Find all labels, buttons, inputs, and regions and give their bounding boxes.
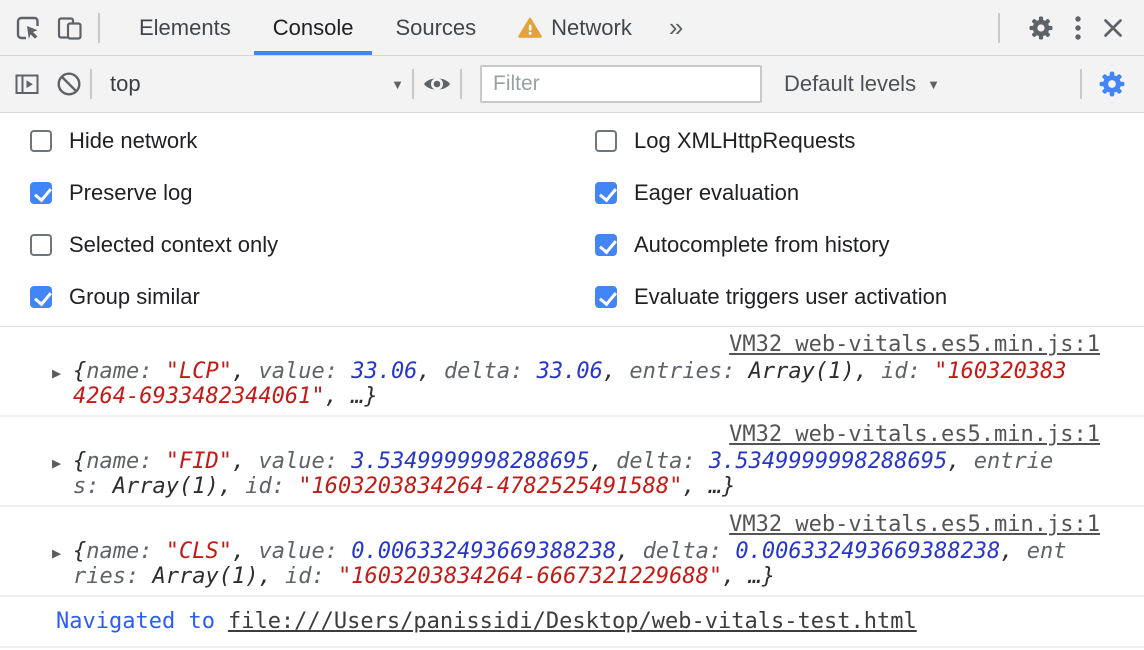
console-toolbar: top ▼ Default levels ▼ [0, 56, 1144, 113]
checkbox-box[interactable] [30, 286, 52, 308]
chevron-down-icon: ▼ [927, 77, 940, 92]
divider [460, 69, 462, 99]
panel-tabs: Elements Console Sources Network » [118, 0, 699, 55]
console-message-fid: VM32 web-vitals.es5.min.js:1 ▶ {name: "F… [0, 417, 1144, 507]
navigation-prefix: Navigated to [56, 607, 215, 636]
console-toolbar-right [1072, 69, 1126, 99]
console-settings-pane: Hide network Log XMLHttpRequests Preserv… [0, 113, 1144, 327]
chevron-down-icon: ▼ [391, 77, 404, 92]
divider [1080, 69, 1082, 99]
checkbox-log-xmlhttprequests[interactable]: Log XMLHttpRequests [595, 126, 1144, 156]
checkbox-group-similar[interactable]: Group similar [30, 282, 595, 312]
device-toolbar-icon[interactable] [56, 14, 84, 42]
divider [98, 13, 100, 43]
close-icon[interactable] [1102, 17, 1124, 39]
devtools-tab-bar: Elements Console Sources Network » [0, 0, 1144, 56]
checkbox-label: Hide network [69, 128, 197, 154]
tab-bar-actions [990, 13, 1144, 43]
console-sidebar-toggle-icon[interactable] [14, 71, 40, 97]
kebab-menu-icon[interactable] [1074, 14, 1082, 42]
checkbox-selected-context-only[interactable]: Selected context only [30, 230, 595, 260]
divider [412, 69, 414, 99]
checkbox-box[interactable] [595, 234, 617, 256]
checkbox-autocomplete-from-history[interactable]: Autocomplete from history [595, 230, 1144, 260]
checkbox-box[interactable] [595, 130, 617, 152]
checkbox-label: Preserve log [69, 180, 193, 206]
checkbox-box[interactable] [30, 130, 52, 152]
tab-label: Sources [395, 15, 476, 41]
expand-triangle-icon[interactable]: ▶ [52, 544, 61, 562]
console-message-cls: VM32 web-vitals.es5.min.js:1 ▶ {name: "C… [0, 507, 1144, 597]
object-preview: {name: "FID", value: 3.5349999998288695,… [73, 449, 1100, 499]
checkbox-box[interactable] [595, 286, 617, 308]
console-messages: VM32 web-vitals.es5.min.js:1 ▶ {name: "L… [0, 327, 1144, 648]
navigated-url-link[interactable]: file:///Users/panissidi/Desktop/web-vita… [228, 607, 917, 636]
tab-sources[interactable]: Sources [374, 0, 497, 55]
checkbox-eager-evaluation[interactable]: Eager evaluation [595, 178, 1144, 208]
more-tabs-button[interactable]: » [653, 0, 699, 55]
javascript-context-selector[interactable]: top ▼ [100, 71, 404, 97]
navigation-message: Navigated to file:///Users/panissidi/Des… [0, 597, 1144, 648]
source-link[interactable]: VM32 web-vitals.es5.min.js:1 [73, 510, 1100, 539]
checkbox-box[interactable] [595, 182, 617, 204]
tab-elements[interactable]: Elements [118, 0, 252, 55]
checkbox-box[interactable] [30, 234, 52, 256]
tab-network[interactable]: Network [497, 0, 653, 55]
console-settings-gear-icon[interactable] [1098, 70, 1126, 98]
divider [90, 69, 92, 99]
source-link[interactable]: VM32 web-vitals.es5.min.js:1 [73, 420, 1100, 449]
checkbox-hide-network[interactable]: Hide network [30, 126, 595, 156]
divider [998, 13, 1000, 43]
expand-triangle-icon[interactable]: ▶ [52, 364, 61, 382]
checkbox-label: Group similar [69, 284, 200, 310]
checkbox-preserve-log[interactable]: Preserve log [30, 178, 595, 208]
clear-console-icon[interactable] [56, 71, 82, 97]
log-levels-dropdown[interactable]: Default levels ▼ [784, 71, 940, 97]
inspect-element-icon[interactable] [14, 14, 42, 42]
object-preview: {name: "CLS", value: 0.00633249366938823… [73, 539, 1100, 589]
expand-triangle-icon[interactable]: ▶ [52, 454, 61, 472]
checkbox-box[interactable] [30, 182, 52, 204]
settings-gear-icon[interactable] [1028, 15, 1054, 41]
checkbox-label: Evaluate triggers user activation [634, 284, 947, 310]
checkbox-label: Log XMLHttpRequests [634, 128, 855, 154]
console-message-lcp: VM32 web-vitals.es5.min.js:1 ▶ {name: "L… [0, 327, 1144, 417]
live-expression-eye-icon[interactable] [422, 71, 452, 97]
checkbox-label: Selected context only [69, 232, 278, 258]
object-preview: {name: "LCP", value: 33.06, delta: 33.06… [73, 359, 1100, 409]
tab-console[interactable]: Console [252, 0, 375, 55]
filter-input[interactable] [480, 65, 762, 103]
tab-label: Elements [139, 15, 231, 41]
checkbox-evaluate-triggers-user-activation[interactable]: Evaluate triggers user activation [595, 282, 1144, 312]
warning-icon [518, 17, 542, 39]
tab-label: Network [551, 15, 632, 41]
checkbox-label: Autocomplete from history [634, 232, 890, 258]
context-value: top [110, 71, 141, 97]
source-link[interactable]: VM32 web-vitals.es5.min.js:1 [73, 330, 1100, 359]
log-levels-label: Default levels [784, 71, 916, 97]
tab-label: Console [273, 15, 354, 41]
checkbox-label: Eager evaluation [634, 180, 799, 206]
